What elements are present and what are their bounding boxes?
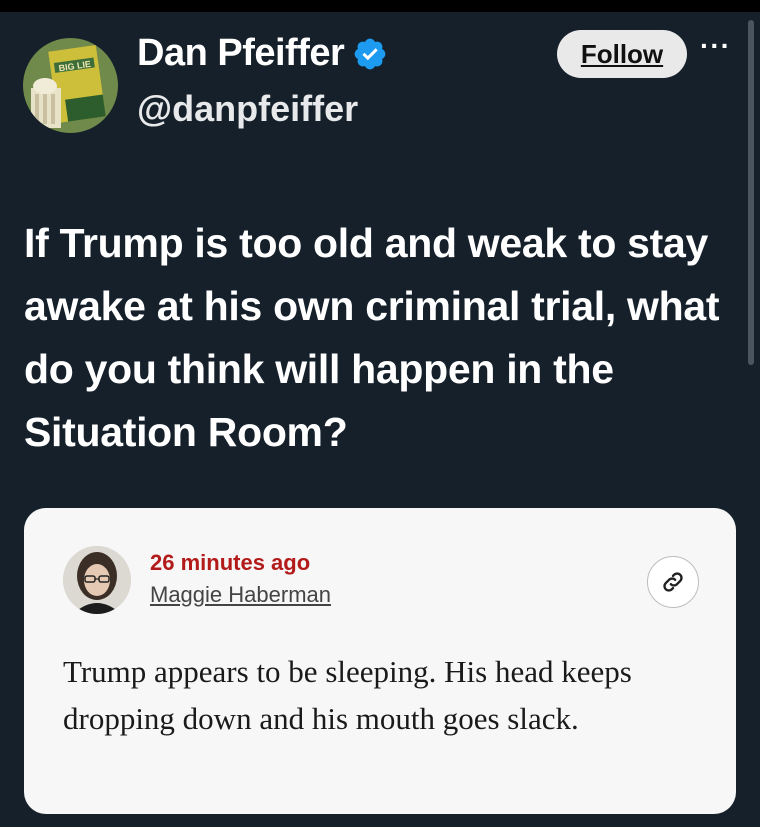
scrollbar[interactable]: [748, 20, 754, 365]
follow-button[interactable]: Follow: [557, 30, 687, 78]
card-author-link[interactable]: Maggie Haberman: [150, 582, 331, 608]
more-icon[interactable]: ···: [700, 30, 731, 62]
card-author-avatar: [63, 546, 131, 614]
author-handle[interactable]: @danpfeiffer: [137, 88, 358, 130]
author-name-row[interactable]: Dan Pfeiffer: [137, 32, 388, 75]
card-text: Trump appears to be sleeping. His head k…: [63, 654, 632, 736]
avatar[interactable]: BIG LIE: [23, 38, 118, 133]
top-status-bar: [0, 0, 760, 12]
card-timestamp: 26 minutes ago: [150, 550, 311, 575]
tweet-text: If Trump is too old and weak to stay awa…: [24, 220, 720, 455]
embedded-card[interactable]: 26 minutes ago Maggie Haberman Trump app…: [24, 508, 736, 814]
verified-badge-icon: [352, 36, 388, 72]
author-name[interactable]: Dan Pfeiffer: [137, 32, 345, 75]
link-icon[interactable]: [647, 556, 699, 608]
